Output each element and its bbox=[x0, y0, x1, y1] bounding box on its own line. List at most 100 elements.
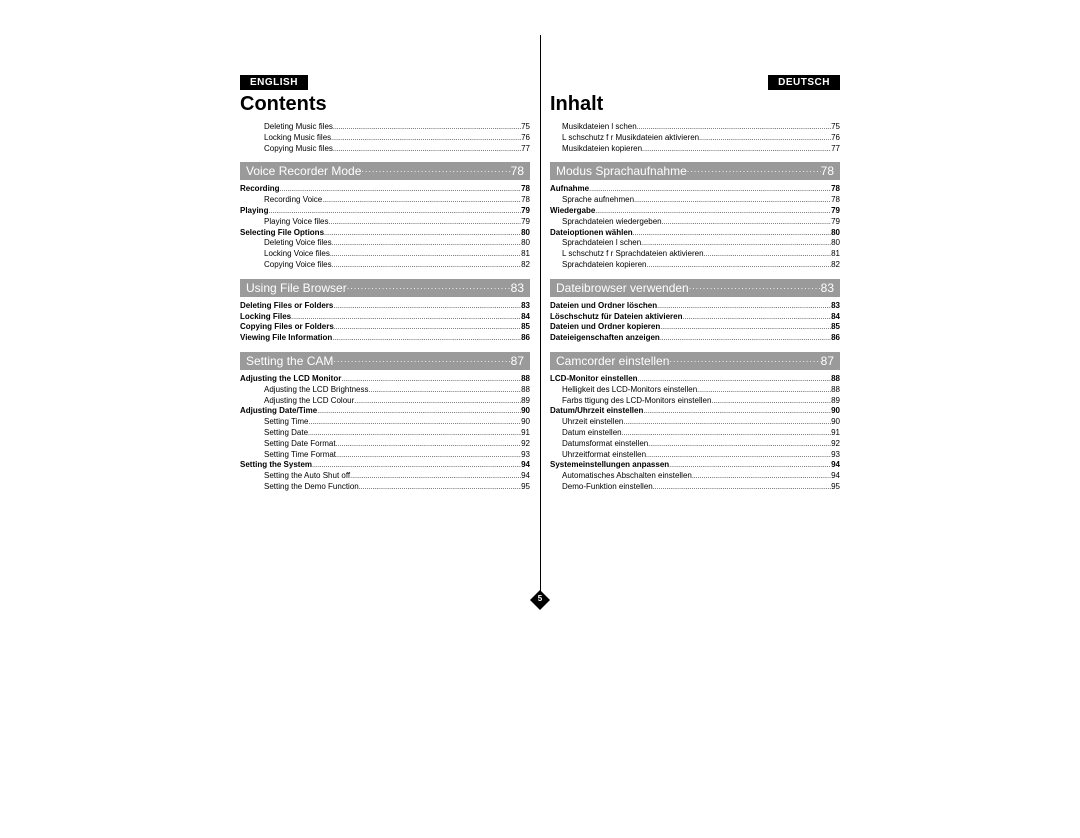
toc-entry-page: 85 bbox=[831, 322, 840, 333]
toc-section-page: 78 bbox=[821, 164, 834, 178]
toc-entry-label: Dateien und Ordner löschen bbox=[550, 301, 657, 312]
toc-entry: Playing Voice files.....................… bbox=[240, 217, 530, 228]
toc-entry-label: Setting the System bbox=[240, 460, 312, 471]
toc-entry-label: Locking Files bbox=[240, 312, 291, 323]
toc-entry-label: Sprachdateien kopieren bbox=[562, 260, 647, 271]
toc-entry: Setting Time............................… bbox=[240, 417, 530, 428]
toc-section-head: Setting the CAM ........................… bbox=[240, 352, 530, 370]
toc-entry-label: Locking Music files bbox=[264, 133, 331, 144]
toc-entry: Copying Files or Folders................… bbox=[240, 322, 530, 333]
toc-dots: ........................................… bbox=[623, 418, 831, 427]
toc-entry-label: Musikdateien l schen bbox=[562, 122, 637, 133]
toc-dots: ........................................… bbox=[333, 123, 521, 132]
toc-entry: Datum einstellen........................… bbox=[550, 428, 840, 439]
toc-entry-page: 90 bbox=[521, 417, 530, 428]
toc-entry-page: 90 bbox=[831, 406, 840, 417]
toc-entry: Aufnahme................................… bbox=[550, 184, 840, 195]
toc-section-dots: ........................................… bbox=[687, 164, 821, 178]
toc-dots: ........................................… bbox=[641, 239, 831, 248]
toc-section-page: 78 bbox=[511, 164, 524, 178]
toc-dots: ........................................… bbox=[692, 472, 831, 481]
toc-dots: ........................................… bbox=[660, 334, 831, 343]
toc-section-dots: ........................................… bbox=[669, 354, 820, 368]
toc-entry-page: 84 bbox=[521, 312, 530, 323]
toc-entry: Demo-Funktion einstellen................… bbox=[550, 482, 840, 493]
toc-dots: ........................................… bbox=[647, 261, 832, 270]
toc-entry: Locking Voice files.....................… bbox=[240, 249, 530, 260]
toc-entry-page: 91 bbox=[831, 428, 840, 439]
toc-section-head: Voice Recorder Mode ....................… bbox=[240, 162, 530, 180]
toc-body-right: Musikdateien l schen....................… bbox=[550, 122, 840, 493]
toc-section-dots: ........................................… bbox=[347, 281, 511, 295]
toc-dots: ........................................… bbox=[324, 229, 521, 238]
toc-dots: ........................................… bbox=[341, 375, 521, 384]
toc-dots: ........................................… bbox=[350, 472, 521, 481]
toc-dots: ........................................… bbox=[637, 123, 831, 132]
toc-entry-page: 88 bbox=[831, 374, 840, 385]
toc-entry: Sprachdateien l schen...................… bbox=[550, 238, 840, 249]
toc-dots: ........................................… bbox=[660, 323, 831, 332]
toc-entry-label: Playing bbox=[240, 206, 268, 217]
toc-entry: Dateieigenschaften anzeigen.............… bbox=[550, 333, 840, 344]
toc-entry-page: 88 bbox=[521, 385, 530, 396]
toc-dots: ........................................… bbox=[634, 196, 831, 205]
toc-dots: ........................................… bbox=[633, 229, 831, 238]
toc-entry: Deleting Voice files....................… bbox=[240, 238, 530, 249]
toc-entry-page: 88 bbox=[521, 374, 530, 385]
toc-entry: Sprachdateien wiedergeben...............… bbox=[550, 217, 840, 228]
toc-entry-label: Selecting File Options bbox=[240, 228, 324, 239]
toc-entry-label: Deleting Voice files bbox=[264, 238, 332, 249]
toc-entry-label: L schschutz f r Sprachdateien aktivieren bbox=[562, 249, 704, 260]
toc-dots: ........................................… bbox=[332, 334, 521, 343]
toc-entry: Deleting Music files....................… bbox=[240, 122, 530, 133]
toc-entry-page: 83 bbox=[831, 301, 840, 312]
toc-entry-label: Setting Time bbox=[264, 417, 308, 428]
toc-entry-page: 85 bbox=[521, 322, 530, 333]
toc-entry-label: Wiedergabe bbox=[550, 206, 595, 217]
toc-entry-label: Playing Voice files bbox=[264, 217, 328, 228]
toc-dots: ........................................… bbox=[330, 250, 521, 259]
toc-entry-page: 75 bbox=[521, 122, 530, 133]
toc-entry: Musikdateien kopieren...................… bbox=[550, 144, 840, 155]
toc-entry-page: 80 bbox=[831, 238, 840, 249]
toc-entry: Dateien und Ordner löschen..............… bbox=[550, 301, 840, 312]
toc-section-title: Setting the CAM bbox=[246, 354, 333, 368]
toc-entry: Adjusting the LCD Monitor...............… bbox=[240, 374, 530, 385]
toc-entry: Uhrzeit einstellen......................… bbox=[550, 417, 840, 428]
toc-section-page: 83 bbox=[821, 281, 834, 295]
toc-entry-label: Setting Date bbox=[264, 428, 308, 439]
toc-entry: Copying Voice files.....................… bbox=[240, 260, 530, 271]
toc-entry-page: 81 bbox=[831, 249, 840, 260]
toc-entry-label: Setting Time Format bbox=[264, 450, 336, 461]
toc-entry-page: 92 bbox=[831, 439, 840, 450]
toc-entry-label: Recording bbox=[240, 184, 280, 195]
toc-entry: Datumsformat einstellen.................… bbox=[550, 439, 840, 450]
toc-entry: Dateioptionen wählen....................… bbox=[550, 228, 840, 239]
toc-entry: Automatisches Abschalten einstellen.....… bbox=[550, 471, 840, 482]
toc-entry: Setting Date............................… bbox=[240, 428, 530, 439]
toc-entry-page: 94 bbox=[831, 471, 840, 482]
toc-dots: ........................................… bbox=[643, 407, 831, 416]
language-tag-deutsch: DEUTSCH bbox=[768, 75, 840, 90]
toc-entry: Systemeinstellungen anpassen............… bbox=[550, 460, 840, 471]
toc-entry-label: Adjusting the LCD Colour bbox=[264, 396, 354, 407]
toc-entry-page: 94 bbox=[521, 460, 530, 471]
toc-dots: ........................................… bbox=[333, 145, 521, 154]
toc-entry-label: Locking Voice files bbox=[264, 249, 330, 260]
toc-entry-page: 91 bbox=[521, 428, 530, 439]
toc-entry-label: Setting Date Format bbox=[264, 439, 336, 450]
toc-dots: ........................................… bbox=[682, 313, 831, 322]
toc-dots: ........................................… bbox=[336, 440, 522, 449]
toc-entry-page: 90 bbox=[831, 417, 840, 428]
left-column: ENGLISH Contents Deleting Music files...… bbox=[230, 75, 540, 575]
toc-entry: Setting Date Format.....................… bbox=[240, 439, 530, 450]
toc-entry-label: Löschschutz für Dateien aktivieren bbox=[550, 312, 682, 323]
toc-entry-label: Sprachdateien l schen bbox=[562, 238, 641, 249]
toc-entry: Sprache aufnehmen.......................… bbox=[550, 195, 840, 206]
toc-dots: ........................................… bbox=[332, 261, 522, 270]
toc-entry-label: Dateioptionen wählen bbox=[550, 228, 633, 239]
toc-dots: ........................................… bbox=[280, 185, 522, 194]
toc-entry-label: Setting the Demo Function bbox=[264, 482, 359, 493]
toc-entry-page: 78 bbox=[831, 195, 840, 206]
toc-entry-label: Sprache aufnehmen bbox=[562, 195, 634, 206]
